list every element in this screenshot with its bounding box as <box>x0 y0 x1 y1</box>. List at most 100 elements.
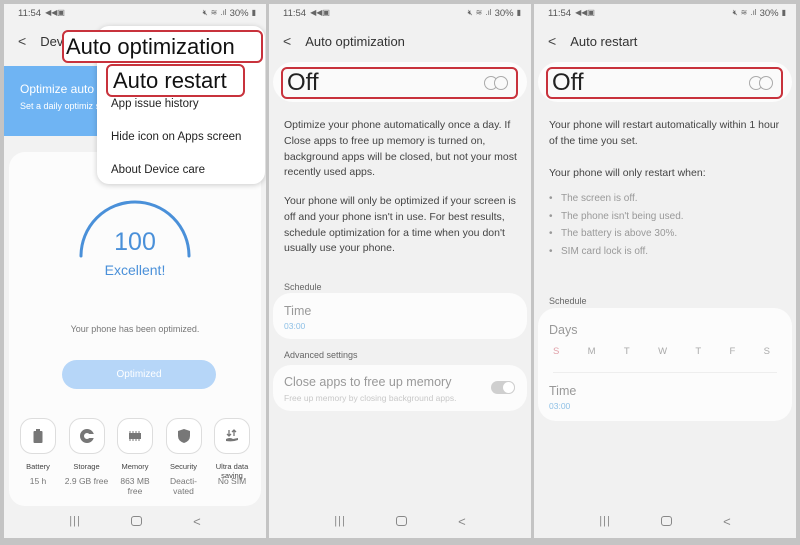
condition-item: • The phone isn't being used. <box>549 210 684 222</box>
status-bar: 11:54 ◀◀▣ 🔇︎ ≋ .ıl 30% ▮ <box>534 4 796 22</box>
close-apps-title: Close apps to free up memory <box>284 375 452 389</box>
page-title: Auto restart <box>570 33 638 49</box>
battery-percent: 30% <box>759 7 779 19</box>
wifi-icon: ≋ <box>740 8 748 17</box>
mute-icon: 🔇︎ <box>202 8 208 17</box>
optimized-button[interactable]: Optimized <box>62 360 216 389</box>
app-bar: < Auto restart <box>534 26 796 56</box>
switch-label: Off <box>287 69 319 96</box>
schedule-card: Days S M T W T F S Time 03:00 <box>538 308 792 421</box>
time-label[interactable]: Time <box>549 384 576 398</box>
nav-bar: ||| < <box>269 504 531 538</box>
page-title: Auto optimization <box>305 33 405 49</box>
days-selector: S M T W T F S <box>553 346 770 357</box>
close-apps-subtitle: Free up memory by closing background app… <box>284 393 457 403</box>
tile-value: 15 h <box>29 476 47 486</box>
home-icon[interactable] <box>396 516 408 526</box>
tile-value: 863 MB free <box>120 476 150 497</box>
days-label: Days <box>549 323 578 337</box>
recents-icon[interactable]: ||| <box>69 515 81 527</box>
signal-icon: .ıl <box>485 8 492 17</box>
back-icon[interactable]: < <box>283 33 291 49</box>
tile-security[interactable]: Security Deacti-vated <box>161 418 207 496</box>
close-apps-row[interactable]: Close apps to free up memory Free up mem… <box>273 365 527 411</box>
close-apps-toggle[interactable] <box>491 381 515 394</box>
status-tiles: Battery 15 h Storage 2.9 GB free Memory … <box>15 418 255 496</box>
status-time: 11:54 <box>548 7 572 19</box>
toggle-off-icon[interactable] <box>749 76 773 90</box>
schedule-header: Schedule <box>284 282 322 292</box>
memory-icon <box>129 431 141 441</box>
time-value: 03:00 <box>284 321 306 331</box>
day-tuesday[interactable]: T <box>624 346 630 357</box>
battery-percent: 30% <box>494 7 514 19</box>
menu-item-hide-icon[interactable]: Hide icon on Apps screen <box>111 131 241 143</box>
restart-conditions: • The screen is off. • The phone isn't bei… <box>549 190 684 260</box>
time-row[interactable]: Time 03:00 <box>273 293 527 339</box>
day-monday[interactable]: M <box>588 346 596 357</box>
tile-value: No SIM <box>217 476 247 486</box>
mute-icon: 🔇︎ <box>732 8 738 17</box>
tile-memory[interactable]: Memory 863 MB free <box>112 418 158 496</box>
status-bar: 11:54 ◀◀▣ 🔇︎ ≋ .ıl 30% ▮ <box>4 4 266 22</box>
battery-percent: 30% <box>229 7 249 19</box>
status-time: 11:54 <box>18 7 42 19</box>
data-saving-icon <box>226 429 238 442</box>
security-icon <box>177 429 190 443</box>
condition-item: • SIM card lock is off. <box>549 245 649 257</box>
day-saturday[interactable]: S <box>764 346 770 357</box>
nav-bar: ||| < <box>4 504 266 538</box>
battery-icon <box>33 429 43 443</box>
day-friday[interactable]: F <box>730 346 736 357</box>
day-thursday[interactable]: T <box>695 346 701 357</box>
time-label: Time <box>284 304 312 318</box>
tile-label: Battery <box>26 462 50 471</box>
menu-item-auto-optimization[interactable]: Auto optimization <box>62 30 263 63</box>
page-title: Dev <box>40 33 64 49</box>
home-icon[interactable] <box>661 516 673 526</box>
nav-bar: ||| < <box>534 504 796 538</box>
optimized-message: Your phone has been optimized. <box>70 324 200 334</box>
nav-back-icon[interactable]: < <box>458 514 466 529</box>
score-value: 100 <box>114 228 156 256</box>
tile-label: Storage <box>73 462 100 471</box>
screenshot-frame: 11:54 ◀◀▣ 🔇︎ ≋ .ıl 30% ▮ < Dev Optimize … <box>0 0 800 545</box>
menu-item-auto-restart[interactable]: Auto restart <box>106 64 245 97</box>
menu-item-about-device-care[interactable]: About Device care <box>111 164 205 176</box>
description-2: Your phone will only be optimized if you… <box>284 195 516 255</box>
nav-back-icon[interactable]: < <box>723 514 731 529</box>
battery-status-icon: ▮ <box>251 8 256 17</box>
back-icon[interactable]: < <box>548 33 556 49</box>
status-bar: 11:54 ◀◀▣ 🔇︎ ≋ .ıl 30% ▮ <box>269 4 531 22</box>
wifi-icon: ≋ <box>475 8 483 17</box>
mute-icon: 🔇︎ <box>467 8 473 17</box>
tile-battery[interactable]: Battery 15 h <box>15 418 61 496</box>
description-1: Your phone will restart automatically wi… <box>549 119 780 147</box>
tile-label: Security <box>169 462 198 471</box>
tile-label: Ultra data saving <box>215 462 249 480</box>
auto-optimization-screen: 11:54 ◀◀▣ 🔇︎ ≋ .ıl 30% ▮ < Auto optimiza… <box>269 4 531 538</box>
notification-icon: ◀◀▣ <box>45 8 65 17</box>
condition-item: • The battery is above 30%. <box>549 228 678 239</box>
device-care-screen: 11:54 ◀◀▣ 🔇︎ ≋ .ıl 30% ▮ < Dev Optimize … <box>4 4 266 538</box>
description-2: Your phone will only restart when: <box>549 167 706 179</box>
tile-value: Deacti-vated <box>170 476 197 497</box>
auto-restart-switch[interactable]: Off <box>546 67 783 99</box>
back-icon[interactable]: < <box>18 33 26 49</box>
home-icon[interactable] <box>131 516 143 526</box>
status-time: 11:54 <box>283 7 307 19</box>
day-sunday[interactable]: S <box>553 346 559 357</box>
toggle-off-icon[interactable] <box>484 76 508 90</box>
signal-icon: .ıl <box>220 8 227 17</box>
tile-storage[interactable]: Storage 2.9 GB free <box>64 418 110 496</box>
recents-icon[interactable]: ||| <box>599 515 611 527</box>
schedule-header: Schedule <box>549 296 587 306</box>
recents-icon[interactable]: ||| <box>334 515 346 527</box>
menu-item-app-issue-history[interactable]: App issue history <box>111 98 199 110</box>
tile-ultra-data-saving[interactable]: Ultra data saving No SIM <box>209 418 255 496</box>
nav-back-icon[interactable]: < <box>193 514 201 529</box>
auto-optimization-switch[interactable]: Off <box>281 67 518 99</box>
tile-label: Memory <box>121 462 149 471</box>
notification-icon: ◀◀▣ <box>575 8 595 17</box>
day-wednesday[interactable]: W <box>658 346 667 357</box>
